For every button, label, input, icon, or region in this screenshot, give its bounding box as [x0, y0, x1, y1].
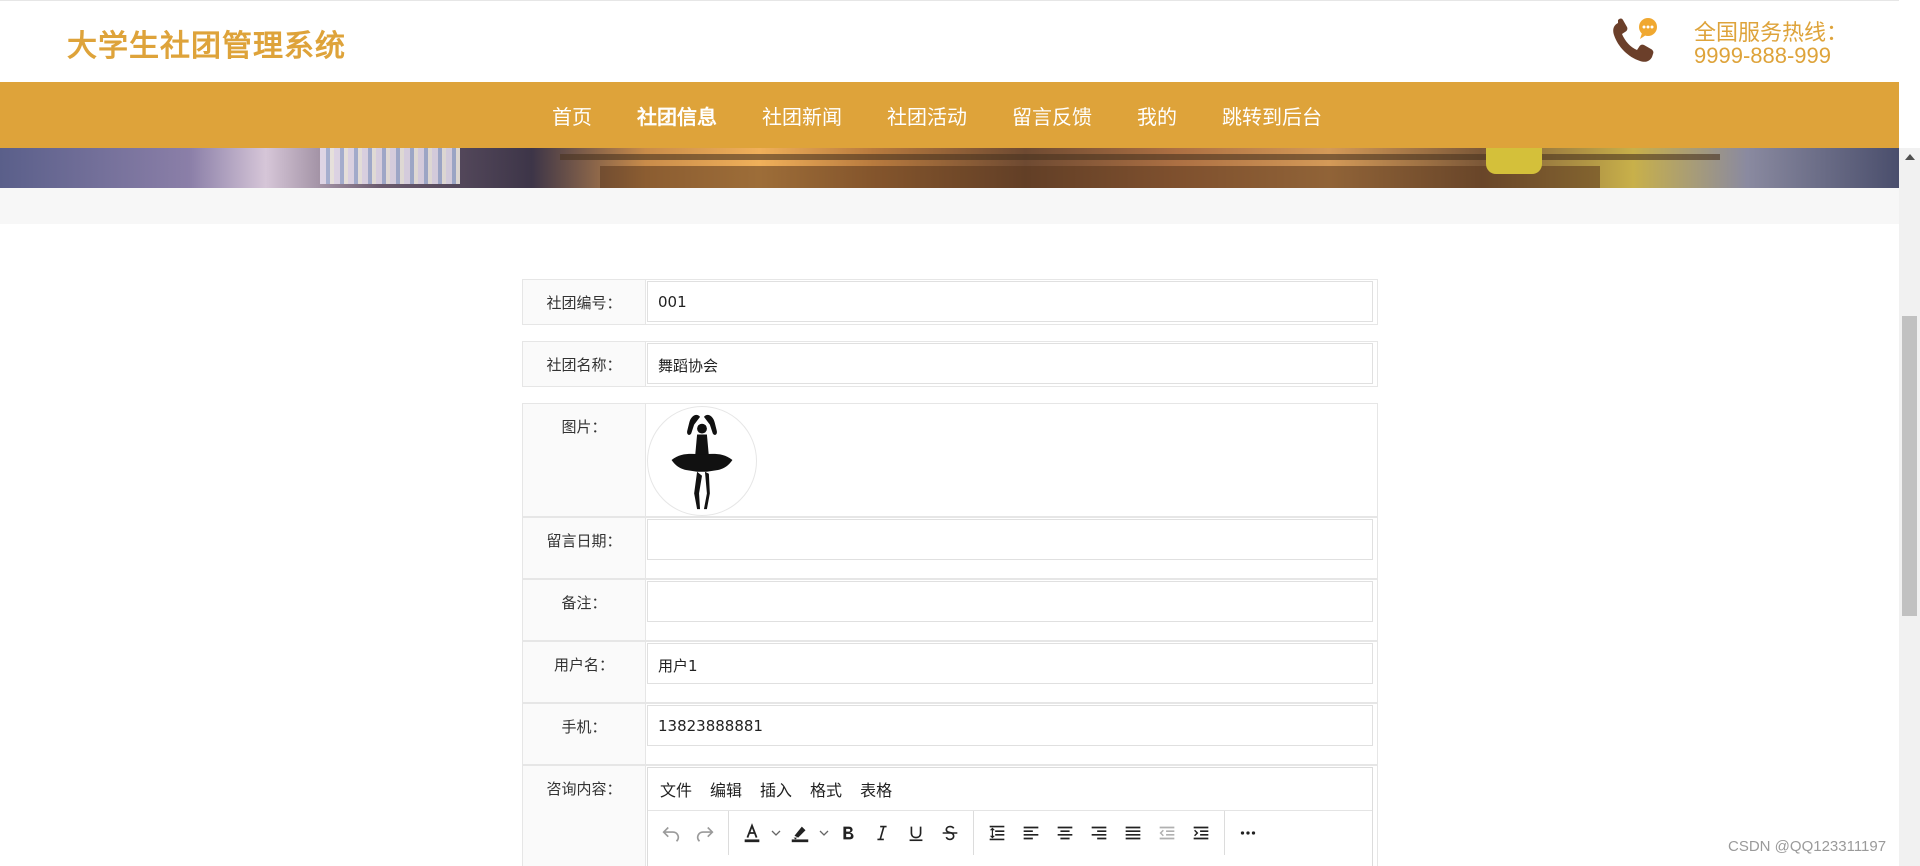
site-header: 大学生社团管理系统 全国服务热线： 9999-888-999 [0, 0, 1899, 82]
chevron-down-icon[interactable] [769, 816, 783, 850]
form-row-image: 图片： [522, 403, 1378, 517]
club-id-field[interactable]: 001 [647, 281, 1373, 322]
banner-bookshelf [320, 148, 460, 184]
toolbar-group-color [729, 811, 974, 855]
username-field[interactable]: 用户1 [647, 643, 1373, 684]
strikethrough-icon[interactable] [933, 816, 967, 850]
watermark: CSDN @QQ123311197 [1728, 838, 1887, 855]
form-row-username: 用户名： 用户1 [522, 641, 1378, 703]
indent-icon[interactable] [1184, 816, 1218, 850]
main-nav: 首页 社团信息 社团新闻 社团活动 留言反馈 我的 跳转到后台 [0, 82, 1899, 148]
phone-field[interactable]: 13823888881 [647, 705, 1373, 746]
remark-field[interactable] [647, 581, 1373, 622]
nav-item-club-news[interactable]: 社团新闻 [762, 101, 842, 130]
line-height-icon[interactable] [980, 816, 1014, 850]
toolbar-group-history [648, 811, 729, 855]
banner-divider [0, 188, 1899, 224]
page-viewport: 大学生社团管理系统 全国服务热线： 9999-888-999 首页 社团信息 社… [0, 0, 1899, 866]
align-justify-icon[interactable] [1116, 816, 1150, 850]
scroll-thumb[interactable] [1902, 316, 1917, 616]
nav-item-home[interactable]: 首页 [552, 101, 592, 130]
banner-bag [1486, 148, 1542, 174]
club-id-label: 社团编号： [523, 280, 646, 324]
chevron-down-icon[interactable] [817, 816, 831, 850]
highlight-color-icon[interactable] [783, 816, 817, 850]
nav-item-mine[interactable]: 我的 [1137, 101, 1177, 130]
ballerina-silhouette-icon [671, 414, 733, 510]
nav-item-admin[interactable]: 跳转到后台 [1222, 101, 1322, 130]
phone-label: 手机： [523, 704, 646, 764]
more-icon[interactable] [1231, 816, 1265, 850]
site-title[interactable]: 大学生社团管理系统 [67, 21, 346, 65]
message-date-label: 留言日期： [523, 518, 646, 578]
form-row-remark: 备注： [522, 579, 1378, 641]
remark-label: 备注： [523, 580, 646, 640]
banner-image [0, 148, 1899, 188]
page-scrollbar[interactable] [1899, 148, 1920, 866]
editor-menu-file[interactable]: 文件 [660, 777, 692, 801]
undo-icon[interactable] [654, 816, 688, 850]
form-row-message-date: 留言日期： [522, 517, 1378, 579]
align-right-icon[interactable] [1082, 816, 1116, 850]
outdent-icon[interactable] [1150, 816, 1184, 850]
banner-desk [560, 154, 1720, 160]
username-label: 用户名： [523, 642, 646, 702]
form-row-inquiry: 咨询内容： 文件 编辑 插入 格式 表格 [522, 765, 1378, 866]
banner-desk-shadow [600, 166, 1600, 188]
editor-menubar: 文件 编辑 插入 格式 表格 [648, 768, 1372, 811]
message-date-field[interactable] [647, 519, 1373, 560]
club-name-label: 社团名称： [523, 342, 646, 386]
editor-menu-insert[interactable]: 插入 [760, 777, 792, 801]
nav-item-club-activities[interactable]: 社团活动 [887, 101, 967, 130]
redo-icon[interactable] [688, 816, 722, 850]
scroll-up-arrow-icon[interactable] [1905, 154, 1915, 160]
club-image[interactable] [647, 406, 757, 516]
toolbar-group-paragraph [974, 811, 1225, 855]
inquiry-label: 咨询内容： [523, 766, 646, 866]
phone-chat-icon [1613, 18, 1657, 62]
underline-icon[interactable] [899, 816, 933, 850]
form-row-club-name: 社团名称： 舞蹈协会 [522, 341, 1378, 387]
form-row-phone: 手机： 13823888881 [522, 703, 1378, 765]
italic-icon[interactable] [865, 816, 899, 850]
toolbar-group-more [1225, 811, 1271, 855]
form-row-club-id: 社团编号： 001 [522, 279, 1378, 325]
editor-toolbar [648, 811, 1372, 855]
editor-menu-table[interactable]: 表格 [860, 777, 892, 801]
nav-list: 首页 社团信息 社团新闻 社团活动 留言反馈 我的 跳转到后台 [552, 82, 1367, 148]
nav-item-feedback[interactable]: 留言反馈 [1012, 101, 1092, 130]
text-color-icon[interactable] [735, 816, 769, 850]
club-name-field[interactable]: 舞蹈协会 [647, 343, 1373, 384]
rich-text-editor: 文件 编辑 插入 格式 表格 [647, 767, 1373, 866]
align-left-icon[interactable] [1014, 816, 1048, 850]
hotline-number: 9999-888-999 [1694, 43, 1832, 68]
editor-menu-edit[interactable]: 编辑 [710, 777, 742, 801]
align-center-icon[interactable] [1048, 816, 1082, 850]
nav-item-club-info[interactable]: 社团信息 [637, 101, 717, 130]
image-label: 图片： [523, 404, 646, 516]
editor-menu-format[interactable]: 格式 [810, 777, 842, 801]
bold-icon[interactable] [831, 816, 865, 850]
